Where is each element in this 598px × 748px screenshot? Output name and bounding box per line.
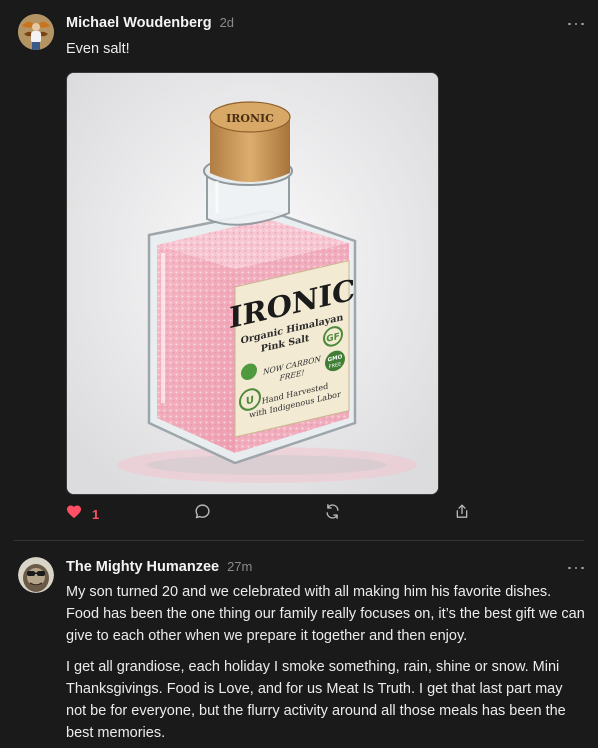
- more-options-icon[interactable]: [568, 16, 584, 32]
- repost-button[interactable]: [324, 504, 341, 524]
- avatar[interactable]: [18, 557, 54, 593]
- post-text: Even salt!: [66, 41, 130, 57]
- post-header: Michael Woudenberg 2d: [66, 15, 234, 31]
- post-header: The Mighty Humanzee 27m: [66, 559, 252, 575]
- post-paragraph: I get all grandiose, each holiday I smok…: [66, 659, 566, 741]
- reply-button[interactable]: [194, 504, 211, 524]
- post: Michael Woudenberg 2d Even salt! IRONIC …: [0, 0, 598, 540]
- share-button[interactable]: [454, 504, 470, 524]
- post: The Mighty Humanzee 27m My son turned 20…: [0, 541, 598, 748]
- like-count: 1: [92, 506, 100, 522]
- post-image[interactable]: IRONIC IRONIC Organic Himalayan Pink Sal…: [66, 72, 439, 495]
- post-paragraph: My son turned 20 and we celebrated with …: [66, 584, 585, 644]
- kosher-badge: U: [246, 395, 254, 408]
- author-name[interactable]: Michael Woudenberg: [66, 15, 212, 31]
- heart-icon: [66, 504, 82, 524]
- post-actions: 1: [66, 504, 486, 524]
- more-options-icon[interactable]: [568, 560, 584, 576]
- post-text: My son turned 20 and we celebrated with …: [66, 581, 586, 748]
- post-timestamp[interactable]: 27m: [227, 559, 252, 574]
- repost-icon: [324, 503, 341, 525]
- share-icon: [454, 503, 470, 525]
- author-name[interactable]: The Mighty Humanzee: [66, 559, 219, 575]
- post-timestamp[interactable]: 2d: [220, 15, 234, 30]
- avatar[interactable]: [18, 14, 54, 50]
- like-button[interactable]: 1: [66, 504, 99, 524]
- cork-label: IRONIC: [226, 112, 274, 125]
- feed: Michael Woudenberg 2d Even salt! IRONIC …: [0, 0, 598, 748]
- reply-icon: [194, 503, 211, 525]
